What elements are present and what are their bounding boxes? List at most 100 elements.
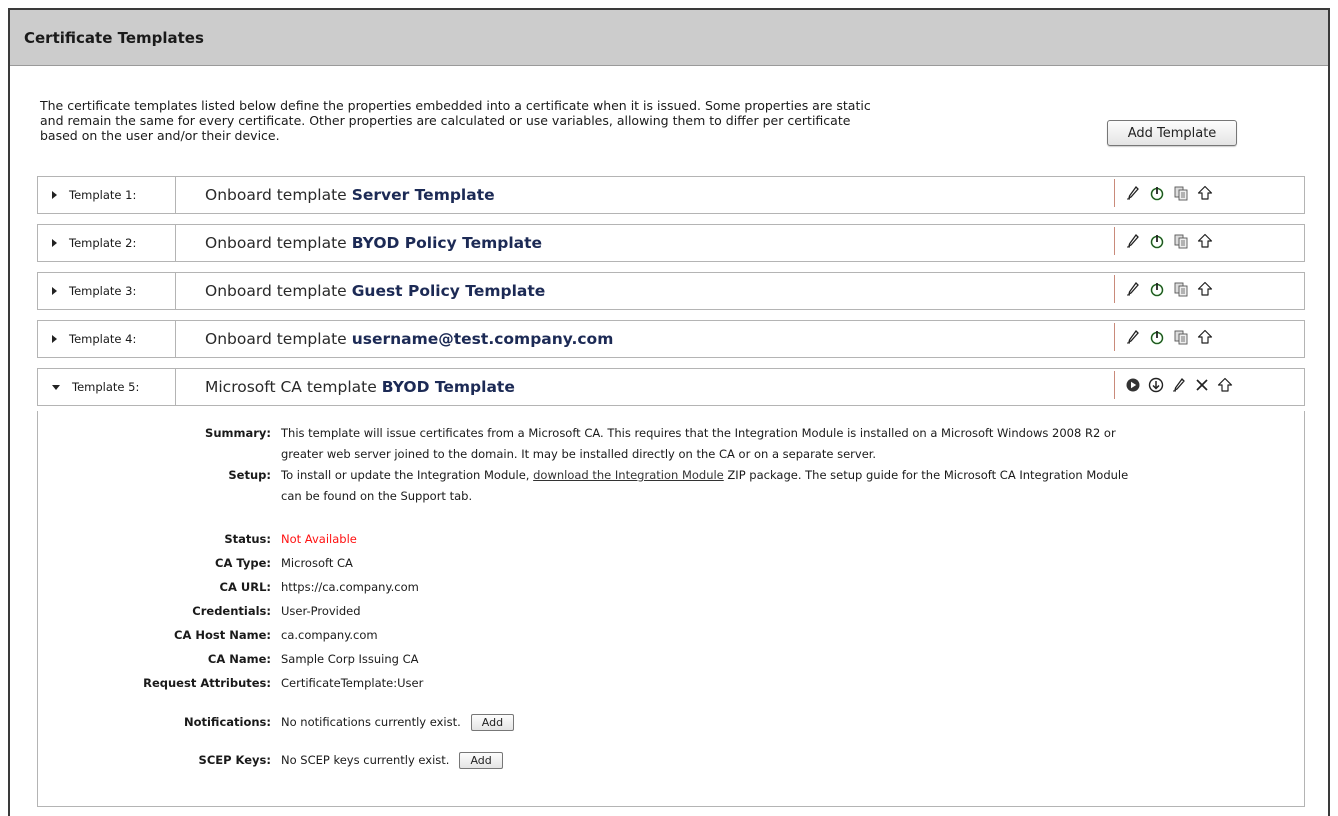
- template-toggle-2[interactable]: Template 2:: [38, 225, 176, 261]
- edit-icon[interactable]: [1125, 233, 1141, 249]
- template-description: Onboard template Server Template: [205, 177, 495, 213]
- expand-arrow-icon: [52, 287, 57, 295]
- add-scep-key-button[interactable]: Add: [459, 752, 503, 769]
- template-actions: [1114, 179, 1213, 207]
- template-description: Onboard template Guest Policy Template: [205, 273, 545, 309]
- template-actions: [1114, 227, 1213, 255]
- template-description: Onboard template username@test.company.c…: [205, 321, 613, 357]
- template-name: username@test.company.com: [351, 330, 614, 348]
- power-icon[interactable]: [1149, 281, 1165, 297]
- power-icon[interactable]: [1149, 185, 1165, 201]
- ca-url-value: https://ca.company.com: [281, 580, 419, 594]
- copy-icon[interactable]: [1173, 233, 1189, 249]
- power-icon[interactable]: [1149, 329, 1165, 345]
- template-name: BYOD Policy Template: [351, 234, 543, 252]
- setup-text-before: To install or update the Integration Mod…: [281, 468, 534, 482]
- template-toggle-3[interactable]: Template 3:: [38, 273, 176, 309]
- ca-name-value: Sample Corp Issuing CA: [281, 652, 419, 666]
- edit-icon[interactable]: [1171, 377, 1187, 393]
- copy-icon[interactable]: [1173, 281, 1189, 297]
- expand-arrow-icon: [52, 239, 57, 247]
- template-type: Onboard template: [205, 234, 347, 252]
- move-up-icon[interactable]: [1217, 377, 1233, 393]
- template-label: Template 5:: [72, 380, 140, 394]
- ca-type-value: Microsoft CA: [281, 556, 353, 570]
- template-type: Onboard template: [205, 282, 347, 300]
- template-label: Template 3:: [69, 284, 137, 298]
- field-label: Setup:: [228, 468, 271, 482]
- template-label: Template 4:: [69, 332, 137, 346]
- template-type: Onboard template: [205, 330, 347, 348]
- field-label: CA Type:: [215, 556, 271, 570]
- power-icon[interactable]: [1149, 233, 1165, 249]
- download-icon[interactable]: [1148, 377, 1164, 393]
- intro-line: based on the user and/or their device.: [40, 128, 280, 143]
- field-label: CA Name:: [207, 652, 271, 666]
- edit-icon[interactable]: [1125, 281, 1141, 297]
- template-toggle-5[interactable]: Template 5:: [38, 369, 176, 405]
- summary-line: greater web server joined to the domain.…: [281, 447, 877, 461]
- template-row-5: Template 5: Microsoft CA template BYOD T…: [37, 368, 1305, 406]
- request-attributes-value: CertificateTemplate:User: [281, 676, 424, 690]
- move-up-icon[interactable]: [1197, 281, 1213, 297]
- move-up-icon[interactable]: [1197, 233, 1213, 249]
- template-name: Server Template: [351, 186, 495, 204]
- intro-text: The certificate templates listed below d…: [40, 98, 1040, 143]
- scep-keys-text: No SCEP keys currently exist.: [281, 753, 450, 767]
- template-name: Guest Policy Template: [351, 282, 546, 300]
- edit-icon[interactable]: [1125, 329, 1141, 345]
- summary-line: This template will issue certificates fr…: [281, 426, 1116, 440]
- copy-icon[interactable]: [1173, 185, 1189, 201]
- template-name: BYOD Template: [381, 378, 515, 396]
- expand-arrow-icon: [52, 191, 57, 199]
- intro-line: and remain the same for every certificat…: [40, 113, 851, 128]
- download-integration-module-link[interactable]: download the Integration Module: [533, 468, 724, 482]
- play-icon[interactable]: [1125, 377, 1141, 393]
- credentials-value: User-Provided: [281, 604, 361, 618]
- notifications-value: No notifications currently exist. Add: [281, 712, 1291, 733]
- field-label: Request Attributes:: [143, 676, 271, 690]
- setup-text-after: ZIP package. The setup guide for the Mic…: [723, 468, 1129, 482]
- template-type: Microsoft CA template: [205, 378, 377, 396]
- edit-icon[interactable]: [1125, 185, 1141, 201]
- ca-host-name-value: ca.company.com: [281, 628, 378, 642]
- template-row-1: Template 1: Onboard template Server Temp…: [37, 176, 1305, 214]
- setup-line: can be found on the Support tab.: [281, 489, 473, 503]
- delete-icon[interactable]: [1194, 377, 1210, 393]
- notifications-text: No notifications currently exist.: [281, 715, 461, 729]
- move-up-icon[interactable]: [1197, 329, 1213, 345]
- field-label: Summary:: [205, 426, 271, 440]
- template-toggle-4[interactable]: Template 4:: [38, 321, 176, 357]
- template-toggle-1[interactable]: Template 1:: [38, 177, 176, 213]
- template-actions: [1114, 371, 1233, 399]
- field-label: CA Host Name:: [174, 628, 271, 642]
- scep-keys-value: No SCEP keys currently exist. Add: [281, 750, 1291, 771]
- copy-icon[interactable]: [1173, 329, 1189, 345]
- field-label: Status:: [224, 532, 271, 546]
- template-actions: [1114, 275, 1213, 303]
- setup-line: To install or update the Integration Mod…: [281, 465, 1291, 486]
- add-notification-button[interactable]: Add: [470, 714, 515, 731]
- setup-text: To install or update the Integration Mod…: [281, 465, 1291, 507]
- expand-arrow-icon: [52, 335, 57, 343]
- template-row-4: Template 4: Onboard template username@te…: [37, 320, 1305, 358]
- summary-text: This template will issue certificates fr…: [281, 423, 1291, 465]
- template-label: Template 1:: [69, 188, 137, 202]
- template-type: Onboard template: [205, 186, 347, 204]
- collapse-arrow-icon: [52, 384, 60, 390]
- template-row-2: Template 2: Onboard template BYOD Policy…: [37, 224, 1305, 262]
- certificate-templates-panel: Certificate Templates The certificate te…: [8, 8, 1330, 816]
- intro-line: The certificate templates listed below d…: [40, 98, 871, 113]
- panel-title: Certificate Templates: [10, 10, 1328, 66]
- add-template-button[interactable]: Add Template: [1107, 120, 1237, 146]
- field-label: Credentials:: [192, 604, 271, 618]
- field-label: Notifications:: [183, 715, 271, 729]
- template-description: Onboard template BYOD Policy Template: [205, 225, 542, 261]
- field-label: SCEP Keys:: [198, 753, 271, 767]
- template-details: Summary: This template will issue certif…: [37, 411, 1305, 807]
- status-value: Not Available: [281, 532, 357, 546]
- move-up-icon[interactable]: [1197, 185, 1213, 201]
- template-description: Microsoft CA template BYOD Template: [205, 369, 515, 405]
- field-label: CA URL:: [219, 580, 271, 594]
- template-label: Template 2:: [69, 236, 137, 250]
